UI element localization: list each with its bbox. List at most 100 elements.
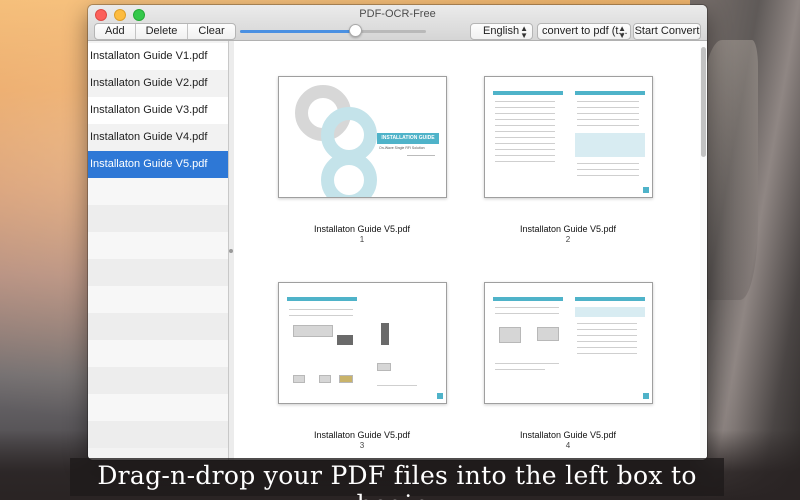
text-line xyxy=(577,163,639,164)
text-line xyxy=(577,101,639,102)
empty-row xyxy=(88,340,228,367)
page-corner-marker xyxy=(643,393,649,399)
up-down-arrows-icon: ▲ ▼ xyxy=(618,23,626,40)
file-list-item[interactable]: Installaton Guide V2.pdf xyxy=(88,70,228,97)
add-button[interactable]: Add xyxy=(95,24,136,39)
language-select-value: English xyxy=(483,25,520,37)
highlight-block xyxy=(575,133,645,157)
text-line xyxy=(577,175,639,176)
text-line xyxy=(577,335,637,336)
text-line xyxy=(495,155,555,156)
clear-button[interactable]: Clear xyxy=(188,24,234,39)
file-list-item[interactable]: Installaton Guide V1.pdf xyxy=(88,43,228,70)
page-thumbnail-3[interactable] xyxy=(278,282,447,404)
text-line xyxy=(495,113,555,114)
titlebar: PDF-OCR-Free Add Delete Clear English ▲ ▼… xyxy=(88,5,707,41)
page-header-bar xyxy=(493,91,563,95)
file-list-item-label: Installaton Guide V1.pdf xyxy=(90,50,208,62)
window-title: PDF-OCR-Free xyxy=(359,8,436,20)
text-line xyxy=(495,137,555,138)
output-mode-value: convert to pdf (t... xyxy=(542,25,628,37)
file-list-item-selected[interactable]: Installaton Guide V5.pdf xyxy=(88,151,228,178)
file-list-item-label: Installaton Guide V4.pdf xyxy=(90,131,208,143)
empty-row xyxy=(88,367,228,394)
part-illustration xyxy=(293,375,305,383)
page-thumbnail-1[interactable]: INSTALLATION GUIDE On-Wave Single RFI So… xyxy=(278,76,447,198)
file-list-item-label: Installaton Guide V5.pdf xyxy=(90,158,208,170)
cover-rule xyxy=(407,155,435,156)
device-illustration xyxy=(381,323,389,345)
page-header-bar xyxy=(575,91,645,95)
scrollbar-thumb[interactable] xyxy=(701,47,706,157)
page-corner-marker xyxy=(643,187,649,193)
split-view-handle[interactable] xyxy=(229,249,233,253)
text-line xyxy=(495,369,545,370)
empty-row xyxy=(88,259,228,286)
text-line xyxy=(577,341,637,342)
page-number-label: 1 xyxy=(359,235,365,244)
text-line xyxy=(289,315,353,316)
page-name-label: Installaton Guide V5.pdf xyxy=(519,430,617,440)
empty-row xyxy=(88,421,228,448)
part-illustration xyxy=(377,363,391,371)
text-line xyxy=(577,119,639,120)
output-mode-select[interactable]: convert to pdf (t... ▲ ▼ xyxy=(537,23,631,40)
part-illustration xyxy=(339,375,353,383)
page-name-label: Installaton Guide V5.pdf xyxy=(519,224,617,234)
page-number-label: 2 xyxy=(565,235,571,244)
cable-illustration xyxy=(337,335,353,345)
delete-button[interactable]: Delete xyxy=(136,24,189,39)
zoom-slider[interactable] xyxy=(240,30,426,33)
computer-illustration xyxy=(499,327,521,343)
text-line xyxy=(495,149,555,150)
start-convert-button[interactable]: Start Convert xyxy=(633,23,701,40)
file-list-sidebar[interactable]: Installaton Guide V1.pdf Installaton Gui… xyxy=(88,41,229,460)
text-line xyxy=(495,131,555,132)
page-preview-pane[interactable]: INSTALLATION GUIDE On-Wave Single RFI So… xyxy=(234,41,707,460)
language-select[interactable]: English ▲ ▼ xyxy=(470,23,533,40)
laptop-illustration xyxy=(537,327,559,341)
page-corner-marker xyxy=(437,393,443,399)
cover-heading: INSTALLATION GUIDE xyxy=(377,133,439,144)
file-list-item[interactable]: Installaton Guide V3.pdf xyxy=(88,97,228,124)
page-thumbnail-4[interactable] xyxy=(484,282,653,404)
text-line xyxy=(577,347,637,348)
page-number-label: 3 xyxy=(359,441,365,450)
zoom-slider-fill xyxy=(240,30,355,33)
text-line xyxy=(495,101,555,102)
up-down-arrows-icon: ▲ ▼ xyxy=(520,23,528,40)
empty-row xyxy=(88,286,228,313)
text-line xyxy=(577,113,639,114)
zoom-slider-knob[interactable] xyxy=(349,24,362,37)
text-line xyxy=(495,161,555,162)
text-line xyxy=(495,143,555,144)
page-header-bar xyxy=(575,297,645,301)
empty-row xyxy=(88,394,228,421)
part-illustration xyxy=(319,375,331,383)
text-line xyxy=(289,309,353,310)
text-line xyxy=(577,329,637,330)
app-window: PDF-OCR-Free Add Delete Clear English ▲ ▼… xyxy=(88,5,707,460)
logo-ring-art xyxy=(321,152,377,197)
page-name-label: Installaton Guide V5.pdf xyxy=(313,224,411,234)
cover-subheading: On-Wave Single RFI Solution xyxy=(379,146,425,150)
page-thumbnail-2[interactable] xyxy=(484,76,653,198)
text-line xyxy=(495,313,559,314)
page-name-label: Installaton Guide V5.pdf xyxy=(313,430,411,440)
highlight-block xyxy=(575,307,645,317)
text-line xyxy=(577,107,639,108)
text-line xyxy=(577,353,637,354)
file-list-item[interactable]: Installaton Guide V4.pdf xyxy=(88,124,228,151)
empty-row xyxy=(88,313,228,340)
text-line xyxy=(495,107,555,108)
file-list-item-label: Installaton Guide V2.pdf xyxy=(90,77,208,89)
vertical-scrollbar[interactable] xyxy=(700,41,707,460)
empty-row xyxy=(88,178,228,205)
empty-row xyxy=(88,205,228,232)
page-header-bar xyxy=(287,297,357,301)
file-actions-group: Add Delete Clear xyxy=(94,23,236,40)
text-line xyxy=(495,119,555,120)
device-illustration xyxy=(293,325,333,337)
text-line xyxy=(577,125,639,126)
text-line xyxy=(495,363,559,364)
